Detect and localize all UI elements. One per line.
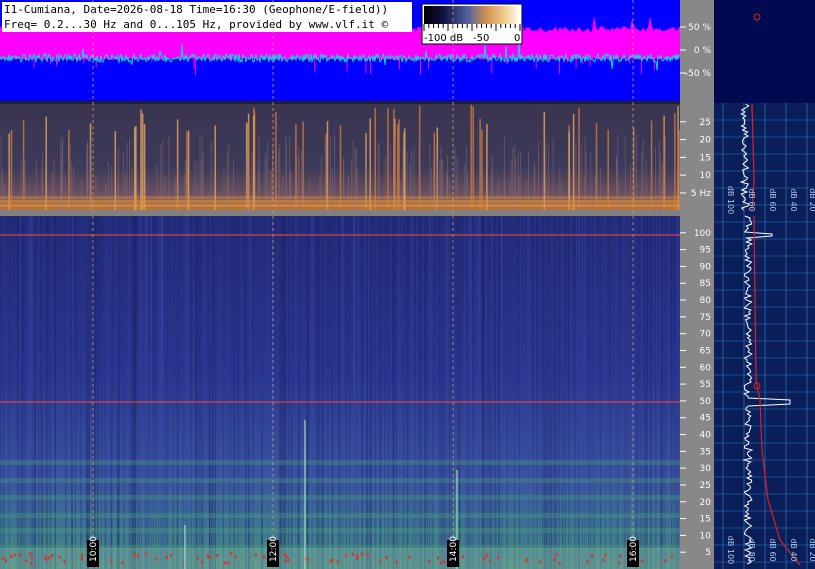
spectrogram-y-tick-label: 45: [700, 414, 711, 424]
spectrogram-y-tick-label: 35: [700, 447, 711, 457]
colorbar-label-min: -100 dB: [424, 33, 463, 44]
profile-db-label-bottom: dB 60: [768, 538, 777, 561]
spectrogram-y-tick-label: 100: [694, 229, 711, 239]
waveform-y-tick-label: 50 %: [688, 23, 711, 33]
time-label: 16:00: [629, 536, 639, 562]
spectrogram-y-tick-label: 65: [700, 346, 711, 356]
profile-db-label-bottom: dB 100: [726, 536, 735, 564]
profile-db-label-bottom: dB 20: [808, 538, 815, 561]
spectrogram-y-tick-label: 15: [700, 515, 711, 525]
profile-panel-top: [714, 0, 815, 103]
header-line-2: Freq= 0.2...30 Hz and 0...105 Hz, provid…: [4, 18, 388, 31]
separator-2: [0, 210, 680, 216]
spectrogram-y-tick-label: 10: [700, 531, 712, 541]
spectrogram-y-tick-label: 40: [700, 431, 712, 441]
spectrogram-y-tick-label: 95: [700, 246, 711, 256]
spectrogram-y-tick-label: 50: [700, 397, 712, 407]
low-spectrogram-y-tick-label: 25: [700, 118, 711, 128]
spectrogram-y-tick-label: 75: [700, 313, 711, 323]
colorbar: -100 dB -50 0: [421, 3, 523, 45]
low-spectrogram-y-tick-label: 20: [700, 136, 712, 146]
time-label: 10:00: [89, 536, 99, 562]
colorbar-label-max: 0: [514, 33, 520, 44]
spectrogram-y-tick-label: 5: [705, 548, 711, 558]
spectrogram-y-tick-label: 30: [700, 464, 712, 474]
colorbar-gradient: [424, 6, 520, 24]
waveform-y-tick-label: -50 %: [685, 69, 712, 79]
spectrogram-y-tick-label: 85: [700, 279, 711, 289]
spectrogram-y-tick-label: 55: [700, 380, 711, 390]
profile-db-label-bottom: dB 40: [789, 538, 798, 561]
low-spectrogram-y-tick-label: 10: [700, 171, 712, 181]
waveform-y-tick-label: 0 %: [694, 46, 712, 56]
colorbar-label-mid: -50: [473, 33, 489, 44]
low-spectrogram-y-tick-label: 5 Hz: [691, 189, 711, 199]
profile-db-label-top: dB 40: [789, 188, 798, 211]
separator-1: [0, 101, 680, 104]
spectrogram-y-tick-label: 60: [700, 363, 712, 373]
profile-db-label-top: dB 20: [808, 188, 815, 211]
spectrogram-chart: I1-Cumiana, Date=2026-08-18 Time=16:30 (…: [0, 0, 815, 569]
profile-db-label-top: dB 60: [768, 188, 777, 211]
time-label: 12:00: [269, 536, 279, 562]
profile-db-label-bottom: dB 80: [747, 538, 756, 561]
spectrogram-y-tick-label: 90: [700, 262, 712, 272]
low-spectrogram-y-tick-label: 15: [700, 153, 711, 163]
spectrogram-y-tick-label: 25: [700, 481, 711, 491]
spectrogram-display: I1-Cumiana, Date=2026-08-18 Time=16:30 (…: [0, 0, 815, 569]
spectrogram-y-tick-label: 20: [700, 498, 712, 508]
profile-db-label-top: dB 100: [726, 186, 735, 214]
profile-db-label-top: dB 80: [747, 188, 756, 211]
header-line-1: I1-Cumiana, Date=2026-08-18 Time=16:30 (…: [4, 3, 388, 16]
spectrogram-y-tick-label: 70: [700, 330, 712, 340]
time-label: 14:00: [449, 536, 459, 562]
spectrogram-y-tick-label: 80: [700, 296, 712, 306]
